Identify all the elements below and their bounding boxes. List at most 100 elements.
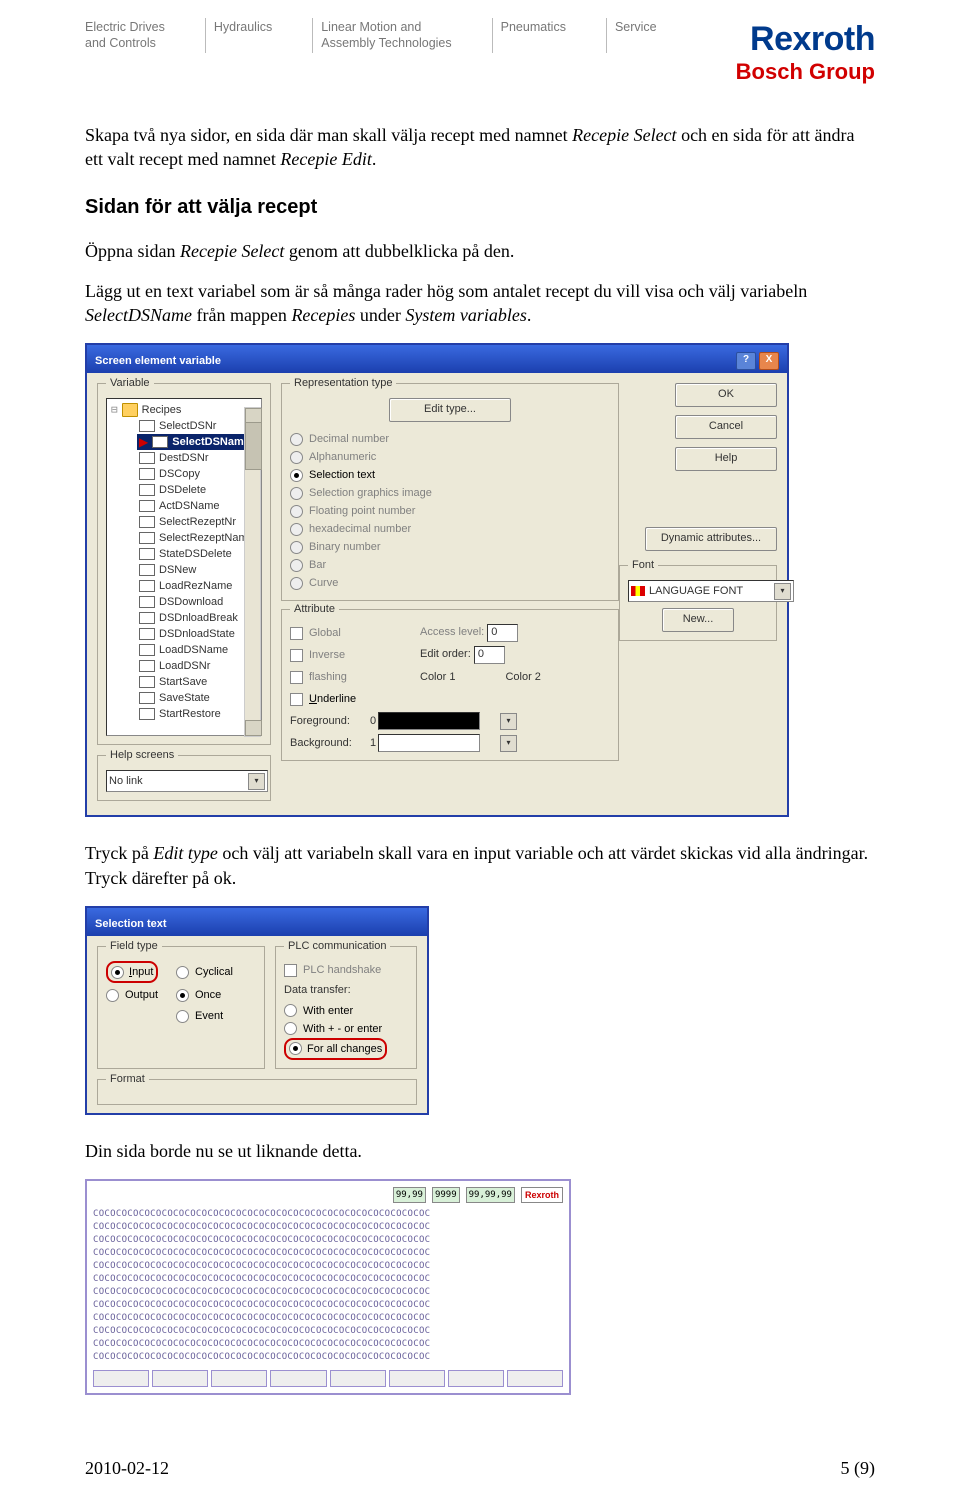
chevron-down-icon[interactable]: ▾	[774, 583, 791, 600]
paragraph: Öppna sidan Recepie Select genom att dub…	[85, 239, 875, 263]
radio-label: hexadecimal number	[309, 520, 411, 538]
radio-with-enter[interactable]	[284, 1004, 297, 1017]
edit-order-input[interactable]: 0	[474, 646, 505, 664]
radio-label: Selection text	[309, 466, 375, 484]
tree-item[interactable]: SelectDSNr	[137, 418, 259, 434]
radio-event[interactable]	[176, 1010, 189, 1023]
header-col: Linear Motion and Assembly Technologies	[312, 18, 491, 53]
help-screen-select[interactable]: No link ▾	[106, 770, 268, 792]
radio-hex	[290, 523, 303, 536]
radio-bar	[290, 559, 303, 572]
preview-data-line: COCOCOCOCOCOCOCOCOCOCOCOCOCOCOCOCOCOCOCO…	[93, 1260, 563, 1273]
tree-item[interactable]: LoadDSName	[137, 642, 259, 658]
tree-folder[interactable]: ⊟Recipes	[109, 402, 259, 418]
chevron-down-icon[interactable]: ▾	[500, 713, 517, 730]
titlebar[interactable]: Screen element variable ? X	[87, 345, 787, 373]
titlebar[interactable]: Selection text	[87, 908, 427, 936]
tree-item[interactable]: ▶SelectDSName	[137, 434, 259, 450]
tree-item[interactable]: DestDSNr	[137, 450, 259, 466]
text: Öppna sidan	[85, 241, 180, 261]
radio-with-plus[interactable]	[284, 1022, 297, 1035]
groupbox-variable: Variable ⊟RecipesSelectDSNr▶SelectDSName…	[97, 383, 271, 745]
groupbox-title: Font	[628, 558, 658, 573]
scrollbar[interactable]	[244, 407, 261, 737]
header-col: Hydraulics	[205, 18, 312, 53]
tree-item[interactable]: DSDnloadBreak	[137, 610, 259, 626]
tree-item[interactable]: DSDnloadState	[137, 626, 259, 642]
groupbox-font: Font LANGUAGE FONT ▾ New...	[619, 565, 777, 641]
help-icon[interactable]: ?	[736, 352, 756, 370]
paragraph: Tryck på Edit type och välj att variabel…	[85, 841, 875, 890]
highlight-ring: For all changes	[284, 1038, 387, 1060]
tree-item[interactable]: DSCopy	[137, 466, 259, 482]
page-footer: 2010-02-12 5 (9)	[85, 1458, 875, 1479]
logo: Rexroth Bosch Group	[736, 18, 875, 85]
chevron-down-icon[interactable]: ▾	[500, 735, 517, 752]
groupbox-help-screens: Help screens No link ▾	[97, 755, 271, 801]
variable-tree[interactable]: ⊟RecipesSelectDSNr▶SelectDSNameDestDSNrD…	[106, 398, 262, 736]
variable-icon	[139, 660, 155, 672]
variable-icon	[139, 484, 155, 496]
tree-item[interactable]: ActDSName	[137, 498, 259, 514]
check-label: PLC handshake	[303, 961, 381, 979]
new-font-button[interactable]: New...	[662, 608, 734, 632]
groupbox-representation-type: Representation type Edit type... Decimal…	[281, 383, 619, 601]
preview-button	[93, 1370, 149, 1387]
tree-item[interactable]: StartRestore	[137, 706, 259, 722]
background-swatch[interactable]	[378, 734, 480, 752]
variable-icon	[139, 596, 155, 608]
tree-item[interactable]: SelectRezeptName	[137, 530, 259, 546]
variable-icon	[139, 564, 155, 576]
logo-rexroth: Rexroth	[736, 20, 875, 59]
tree-item[interactable]: LoadRezName	[137, 578, 259, 594]
radio-label: With + - or enter	[303, 1020, 382, 1038]
radio-cyclical[interactable]	[176, 966, 189, 979]
preview-button	[152, 1370, 208, 1387]
check-label: Global	[309, 624, 341, 642]
edit-type-button[interactable]: Edit type...	[389, 398, 511, 422]
tree-item[interactable]: DSNew	[137, 562, 259, 578]
radio-alphanumeric	[290, 451, 303, 464]
close-icon[interactable]: X	[759, 352, 779, 370]
radio-for-all-changes[interactable]	[289, 1042, 302, 1055]
preview-data-line: COCOCOCOCOCOCOCOCOCOCOCOCOCOCOCOCOCOCOCO…	[93, 1221, 563, 1234]
font-select[interactable]: LANGUAGE FONT ▾	[628, 580, 794, 602]
variable-icon	[139, 452, 155, 464]
preview-number: 99,99,99	[466, 1187, 515, 1203]
radio-output[interactable]	[106, 989, 119, 1002]
radio-label: Once	[195, 986, 221, 1004]
text: genom att dubbelklicka på den.	[284, 241, 514, 261]
foreground-swatch[interactable]	[378, 712, 480, 730]
dynamic-attributes-button[interactable]: Dynamic attributes...	[645, 527, 777, 551]
paragraph: Din sida borde nu se ut liknande detta.	[85, 1139, 875, 1163]
radio-selection-text[interactable]	[290, 469, 303, 482]
scroll-thumb[interactable]	[245, 422, 262, 470]
logo-bosch: Bosch Group	[736, 59, 875, 85]
tree-item[interactable]: LoadDSNr	[137, 658, 259, 674]
chevron-down-icon[interactable]: ▾	[248, 773, 265, 790]
tree-item[interactable]: DSDelete	[137, 482, 259, 498]
tree-item[interactable]: StartSave	[137, 674, 259, 690]
variable-icon	[139, 532, 155, 544]
dialog-title: Selection text	[95, 917, 167, 932]
scroll-down-icon[interactable]	[245, 720, 262, 736]
preview-button	[270, 1370, 326, 1387]
checkbox-underline[interactable]	[290, 693, 303, 706]
header-categories: Electric Drives and Controls Hydraulics …	[85, 18, 736, 53]
tree-item[interactable]: DSDownload	[137, 594, 259, 610]
radio-once[interactable]	[176, 989, 189, 1002]
groupbox-field-type: Field type Input Cyclical Output Once Ev…	[97, 946, 265, 1069]
groupbox-attribute: Attribute Global Access level: 0 Inverse…	[281, 609, 619, 761]
tree-item[interactable]: StateDSDelete	[137, 546, 259, 562]
tree-item[interactable]: SaveState	[137, 690, 259, 706]
variable-icon	[139, 612, 155, 624]
radio-input[interactable]	[111, 966, 124, 979]
variable-icon	[139, 468, 155, 480]
help-button[interactable]: Help	[675, 447, 777, 471]
groupbox-title: Field type	[106, 939, 162, 954]
preview-data-line: COCOCOCOCOCOCOCOCOCOCOCOCOCOCOCOCOCOCOCO…	[93, 1299, 563, 1312]
ok-button[interactable]: OK	[675, 383, 777, 407]
tree-item[interactable]: SelectRezeptNr	[137, 514, 259, 530]
radio-label: Bar	[309, 556, 326, 574]
cancel-button[interactable]: Cancel	[675, 415, 777, 439]
